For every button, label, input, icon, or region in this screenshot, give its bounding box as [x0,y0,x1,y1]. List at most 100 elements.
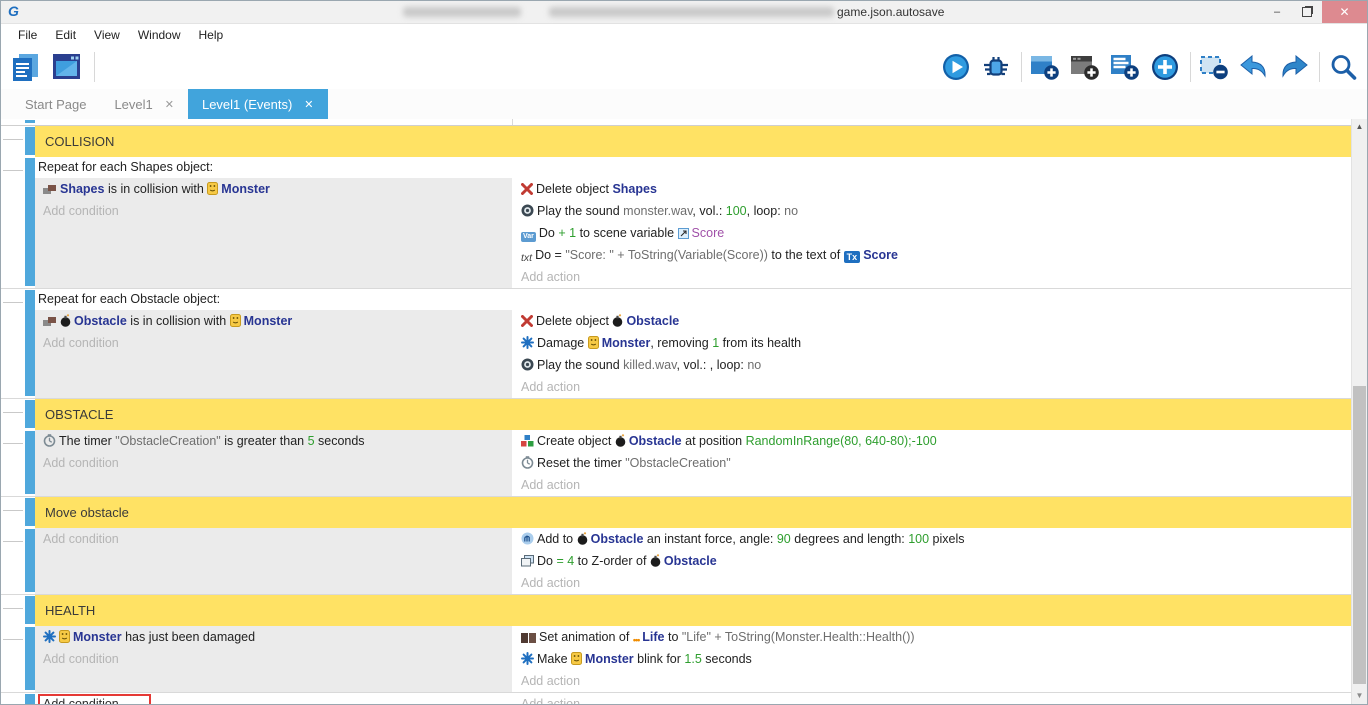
text-segment: Life [642,630,664,644]
action-row[interactable]: Delete object Shapes [521,178,1351,200]
event-selection-bar[interactable] [25,431,35,494]
event-selection-bar[interactable] [25,529,35,592]
add-action-button[interactable]: Add action [521,376,1351,398]
group-header[interactable]: Move obstacle [35,497,1351,528]
add-condition-button[interactable]: Add condition [35,648,512,670]
add-condition-button[interactable]: Add condition [35,200,512,222]
conditions-panel: Monster has just been damagedAdd conditi… [35,626,512,692]
txt-icon: txt [521,252,532,264]
action-row[interactable]: Make Monster blink for 1.5 seconds [521,648,1351,670]
group-header[interactable]: OBSTACLE [35,399,1351,430]
condition-row[interactable]: Obstacle is in collision with Monster [35,310,512,332]
play-button[interactable] [938,47,976,87]
add-action-button[interactable]: Add action [521,266,1351,288]
text-segment: has just been damaged [122,630,255,644]
add-condition-button[interactable]: Add condition [35,452,512,474]
tree-gutter [1,693,25,704]
text-segment: Obstacle [74,314,127,328]
event-block: Add condition Add to Obstacle an instant … [1,528,1351,595]
redo-button[interactable] [1276,47,1314,87]
action-row[interactable]: Damage Monster, removing 1 from its heal… [521,332,1351,354]
group-header[interactable]: HEALTH [35,595,1351,626]
text-segment: Obstacle [664,554,717,568]
vertical-scrollbar[interactable]: ▲ ▼ [1351,119,1367,704]
event-selection-bar[interactable] [25,290,35,396]
text-segment: pixels [929,532,964,546]
event-selection-bar[interactable] [25,400,35,428]
create-icon [521,435,534,447]
add-action-button[interactable]: Add action [521,670,1351,692]
project-manager-button[interactable] [7,47,45,87]
repeat-header[interactable]: Repeat for each Shapes object: [35,157,1351,178]
event-selection-bar[interactable] [25,120,35,123]
scroll-down-icon[interactable]: ▼ [1352,689,1367,703]
minimize-button[interactable]: – [1262,1,1292,23]
add-condition-button[interactable]: Add condition [35,528,512,550]
text-segment: Play the sound [537,358,623,372]
text-segment: Add to [537,532,577,546]
clipped-event-block [1,119,1351,126]
add-condition-button[interactable]: Add condition [35,332,512,354]
event-selection-bar[interactable] [25,627,35,690]
text-segment: is greater than [221,434,308,448]
add-condition-button[interactable]: Add condition [35,693,512,704]
event-selection-bar[interactable] [25,127,35,155]
action-row[interactable]: Do = 4 to Z-order of Obstacle [521,550,1351,572]
action-row[interactable]: Add to Obstacle an instant force, angle:… [521,528,1351,550]
search-button[interactable] [1325,47,1363,87]
text-segment: , loop: [747,204,785,218]
conditions-panel: Add condition [35,528,512,594]
text-segment: "ObstacleCreation" [115,434,220,448]
add-action-button[interactable]: Add action [521,693,1351,704]
action-row[interactable]: txtDo = "Score: " + ToString(Variable(Sc… [521,244,1351,266]
tab-level1-events[interactable]: Level1 (Events) ✕ [188,89,328,119]
action-row[interactable]: Create object Obstacle at position Rando… [521,430,1351,452]
undo-button[interactable] [1236,47,1274,87]
tab-start-page[interactable]: Start Page [11,89,100,119]
add-action-button[interactable]: Add action [521,572,1351,594]
text-segment: Monster [244,314,293,328]
maximize-button[interactable] [1292,1,1322,23]
toolbar-left-group [1,47,98,87]
action-row[interactable]: Play the sound monster.wav, vol.: 100, l… [521,200,1351,222]
action-row[interactable]: Delete object Obstacle [521,310,1351,332]
bomb-icon [650,554,661,567]
event-selection-bar[interactable] [25,694,35,704]
health-icon [521,336,534,349]
add-circle-button[interactable] [1147,47,1185,87]
actions-panel: Add to Obstacle an instant force, angle:… [512,528,1351,594]
condition-row[interactable]: The timer "ObstacleCreation" is greater … [35,430,512,452]
action-row[interactable]: Play the sound killed.wav, vol.: , loop:… [521,354,1351,376]
add-event-button[interactable] [1027,47,1065,87]
condition-row[interactable]: Shapes is in collision with Monster [35,178,512,200]
menu-view[interactable]: View [85,28,129,42]
menu-help[interactable]: Help [190,28,233,42]
debug-button[interactable] [978,47,1016,87]
close-tab-icon[interactable]: ✕ [165,98,174,111]
event-selection-bar[interactable] [25,596,35,624]
menu-file[interactable]: File [9,28,46,42]
scene-window-button[interactable] [49,47,87,87]
add-action-button[interactable]: Add action [521,474,1351,496]
remove-event-button[interactable] [1196,47,1234,87]
monster-icon [571,652,582,665]
condition-row[interactable]: Monster has just been damaged [35,626,512,648]
tab-label: Level1 (Events) [202,97,292,112]
group-header[interactable]: COLLISION [35,126,1351,157]
menu-edit[interactable]: Edit [46,28,85,42]
action-row[interactable]: VarDo + 1 to scene variable Score [521,222,1351,244]
repeat-header[interactable]: Repeat for each Obstacle object: [35,289,1351,310]
event-selection-bar[interactable] [25,158,35,286]
scroll-up-icon[interactable]: ▲ [1352,120,1367,134]
action-row[interactable]: Set animation of •••Life to "Life" + ToS… [521,626,1351,648]
action-row[interactable]: Reset the timer "ObstacleCreation" [521,452,1351,474]
scrollbar-thumb[interactable] [1353,386,1366,684]
event-selection-bar[interactable] [25,498,35,526]
add-comment-button[interactable] [1067,47,1105,87]
close-button[interactable]: ✕ [1322,1,1367,23]
tab-level1[interactable]: Level1 ✕ [100,89,188,119]
toolbar-separator [94,52,95,82]
add-subevent-button[interactable] [1107,47,1145,87]
close-tab-icon[interactable]: ✕ [304,98,313,111]
menu-window[interactable]: Window [129,28,190,42]
